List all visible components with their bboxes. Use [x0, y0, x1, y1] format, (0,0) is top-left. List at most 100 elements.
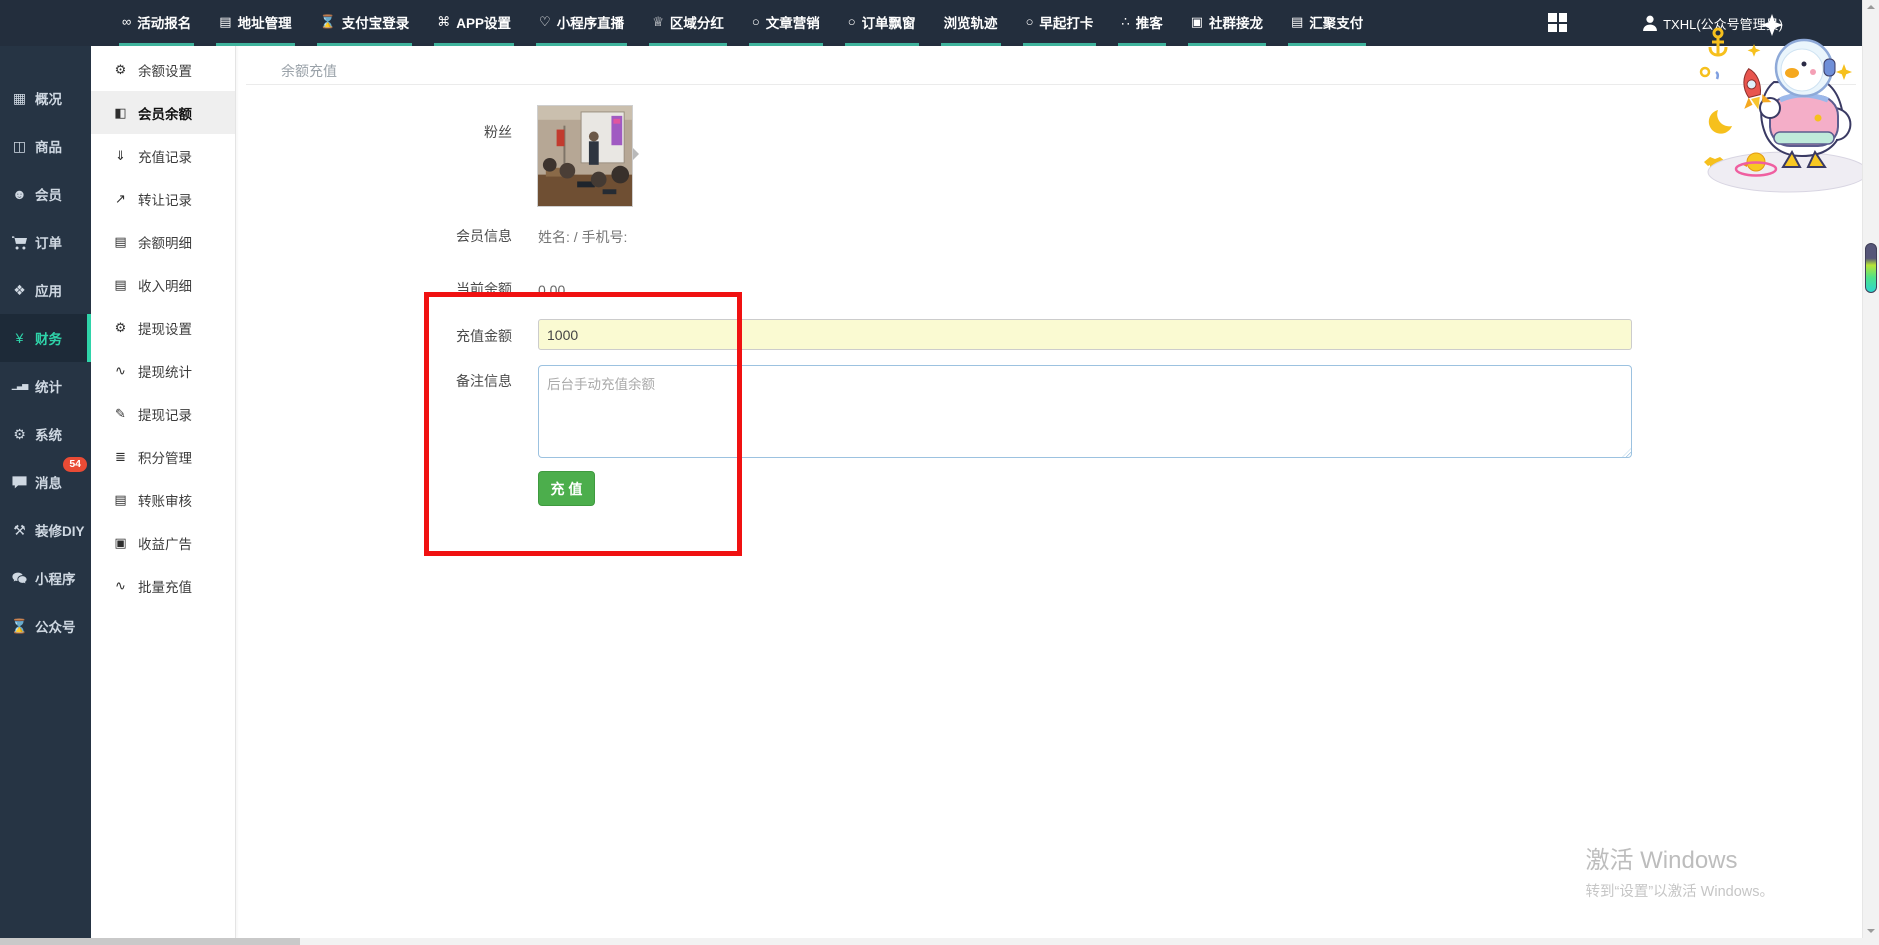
recharge-amount-input[interactable] — [538, 319, 1632, 350]
nav-item-browse-history[interactable]: 浏览轨迹 — [941, 0, 1001, 46]
sidebar-item-apps[interactable]: ❖应用 — [0, 266, 91, 314]
bar-chart-icon: ▁▃▅ — [11, 382, 28, 390]
heart-icon: ♡ — [539, 15, 551, 28]
nav-label: 订单飘窗 — [862, 12, 916, 32]
top-navbar: ∞活动报名 ▤ 地址管理 ⌛ 支付宝登录 ⌘APP设置 ♡ 小程序直播 ♕区域分红 ○… — [0, 0, 1862, 46]
watermark-line2: 转到“设置”以激活 Windows。 — [1585, 880, 1774, 901]
submenu-label: 批量充值 — [138, 576, 192, 596]
remark-textarea[interactable] — [538, 365, 1632, 458]
vertical-scrollbar-thumb[interactable] — [1865, 243, 1877, 293]
nav-item-order-popup[interactable]: ○ 订单飘窗 — [845, 0, 919, 46]
nav-label: 支付宝登录 — [342, 12, 410, 32]
nav-item-address-management[interactable]: ▤ 地址管理 — [216, 0, 294, 46]
scroll-down-arrow-icon[interactable] — [1867, 929, 1875, 933]
nav-item-miniprogram-live[interactable]: ♡ 小程序直播 — [536, 0, 627, 46]
nav-item-app-settings[interactable]: ⌘APP设置 — [434, 0, 514, 46]
sidebar-item-official-account[interactable]: ⌛ 公众号 — [0, 602, 91, 650]
textarea-resize-grip-icon[interactable] — [1622, 448, 1631, 457]
sidebar-label: 小程序 — [35, 568, 76, 588]
nav-item-activity-signup[interactable]: ∞活动报名 — [119, 0, 194, 46]
sidebar-item-messages[interactable]: 消息54 — [0, 458, 91, 506]
sidebar-label: 公众号 — [35, 616, 76, 636]
meeting-room-photo — [538, 106, 632, 206]
nav-label: 小程序直播 — [557, 12, 625, 32]
sidebar-label: 财务 — [35, 328, 62, 348]
sidebar-label: 订单 — [35, 232, 62, 252]
nav-item-alipay-login[interactable]: ⌛ 支付宝登录 — [317, 0, 413, 46]
nav-label: 活动报名 — [137, 12, 191, 32]
database-icon: ≣ — [112, 450, 129, 463]
submenu-item-revenue-ads[interactable]: ▣收益广告 — [91, 521, 235, 564]
nav-item-region-dividend[interactable]: ♕区域分红 — [649, 0, 727, 46]
submenu-item-transfer-records[interactable]: ↗转让记录 — [91, 177, 235, 220]
sidebar-item-system[interactable]: ⚙系统 — [0, 410, 91, 458]
sidebar-item-finance[interactable]: ¥ 财务 — [0, 314, 91, 362]
fan-label: 粉丝 — [236, 122, 512, 142]
submenu-item-balance-settings[interactable]: ⚙ 余额设置 — [91, 48, 235, 91]
gears-icon: ⚙ — [11, 427, 28, 441]
share-icon: ∴ — [1121, 15, 1129, 28]
nav-item-group-chain[interactable]: ▣社群接龙 — [1188, 0, 1266, 46]
user-menu[interactable]: TXHL(公众号管理员) — [1643, 0, 1783, 46]
breadcrumb: 余额充值 — [281, 61, 337, 81]
horizontal-scrollbar[interactable] — [0, 938, 1862, 945]
hourglass-icon: ⌛ — [320, 15, 336, 28]
sidebar-item-orders[interactable]: 订单 — [0, 218, 91, 266]
submenu-item-income-details[interactable]: ▤收入明细 — [91, 263, 235, 306]
user-name: TXHL(公众号管理员) — [1663, 14, 1783, 33]
current-balance-label: 当前余额 — [236, 279, 512, 299]
file-text-icon: ▤ — [112, 235, 129, 248]
card-icon: ▤ — [1291, 15, 1303, 28]
sidebar-label: 应用 — [35, 280, 62, 300]
message-count-badge: 54 — [63, 457, 87, 472]
apps-grid-icon[interactable] — [1548, 13, 1567, 32]
scroll-up-arrow-icon[interactable] — [1867, 5, 1875, 9]
sidebar-item-miniprogram[interactable]: 小程序 — [0, 554, 91, 602]
nav-item-early-checkin[interactable]: ○ 早起打卡 — [1023, 0, 1097, 46]
submenu-label: 提现记录 — [138, 404, 192, 424]
fan-avatar-photo[interactable] — [537, 105, 633, 207]
submenu-item-batch-recharge[interactable]: ∿批量充值 — [91, 564, 235, 607]
sidebar-item-overview[interactable]: ▦概况 — [0, 74, 91, 122]
submenu-item-recharge-records[interactable]: ⇓ 充值记录 — [91, 134, 235, 177]
submenu-item-transfer-review[interactable]: ▤转账审核 — [91, 478, 235, 521]
sidebar-label: 会员 — [35, 184, 62, 204]
submenu-label: 充值记录 — [138, 146, 192, 166]
horizontal-scrollbar-thumb[interactable] — [0, 938, 300, 945]
submenu-item-balance-details[interactable]: ▤余额明细 — [91, 220, 235, 263]
submenu-item-withdraw-statistics[interactable]: ∿提现统计 — [91, 349, 235, 392]
sidebar-item-statistics[interactable]: ▁▃▅统计 — [0, 362, 91, 410]
nav-label: 地址管理 — [238, 12, 292, 32]
submenu-item-withdraw-records[interactable]: ✎提现记录 — [91, 392, 235, 435]
chat-icon — [11, 475, 28, 490]
nav-item-article-marketing[interactable]: ○文章营销 — [749, 0, 823, 46]
gear-icon: ⚙ — [112, 63, 129, 76]
submenu-item-withdraw-settings[interactable]: ⚙提现设置 — [91, 306, 235, 349]
sidebar-item-members[interactable]: ☻会员 — [0, 170, 91, 218]
sidebar-item-decorate-diy[interactable]: ⚒装修DIY — [0, 506, 91, 554]
yen-icon: ¥ — [11, 331, 28, 345]
line-chart-icon: ∿ — [112, 364, 129, 377]
current-balance-value: 0.00 — [538, 282, 565, 298]
member-info-label: 会员信息 — [236, 226, 512, 246]
nav-label: 推客 — [1136, 12, 1163, 32]
hourglass-icon: ⌛ — [11, 619, 28, 633]
nav-label: 文章营销 — [766, 12, 820, 32]
member-info-value: 姓名: / 手机号: — [538, 227, 627, 247]
submenu-item-points-management[interactable]: ≣ 积分管理 — [91, 435, 235, 478]
nav-item-huiju-pay[interactable]: ▤汇聚支付 — [1288, 0, 1366, 46]
vertical-scrollbar[interactable] — [1862, 0, 1879, 938]
submenu-label: 积分管理 — [138, 447, 192, 467]
circle-icon: ○ — [1026, 15, 1034, 28]
user-icon — [1643, 15, 1657, 31]
sidebar-item-goods[interactable]: ◫商品 — [0, 122, 91, 170]
submenu-label: 提现设置 — [138, 318, 192, 338]
nav-item-promoter[interactable]: ∴ 推客 — [1118, 0, 1165, 46]
download-icon: ⇓ — [112, 149, 129, 162]
submenu-label: 余额设置 — [138, 60, 192, 80]
submenu-item-member-balance[interactable]: ◧会员余额 — [91, 91, 235, 134]
card-icon: ▤ — [219, 15, 231, 28]
nav-label: 早起打卡 — [1039, 12, 1093, 32]
circle-icon: ○ — [848, 15, 856, 28]
recharge-submit-button[interactable]: 充 值 — [538, 471, 595, 506]
